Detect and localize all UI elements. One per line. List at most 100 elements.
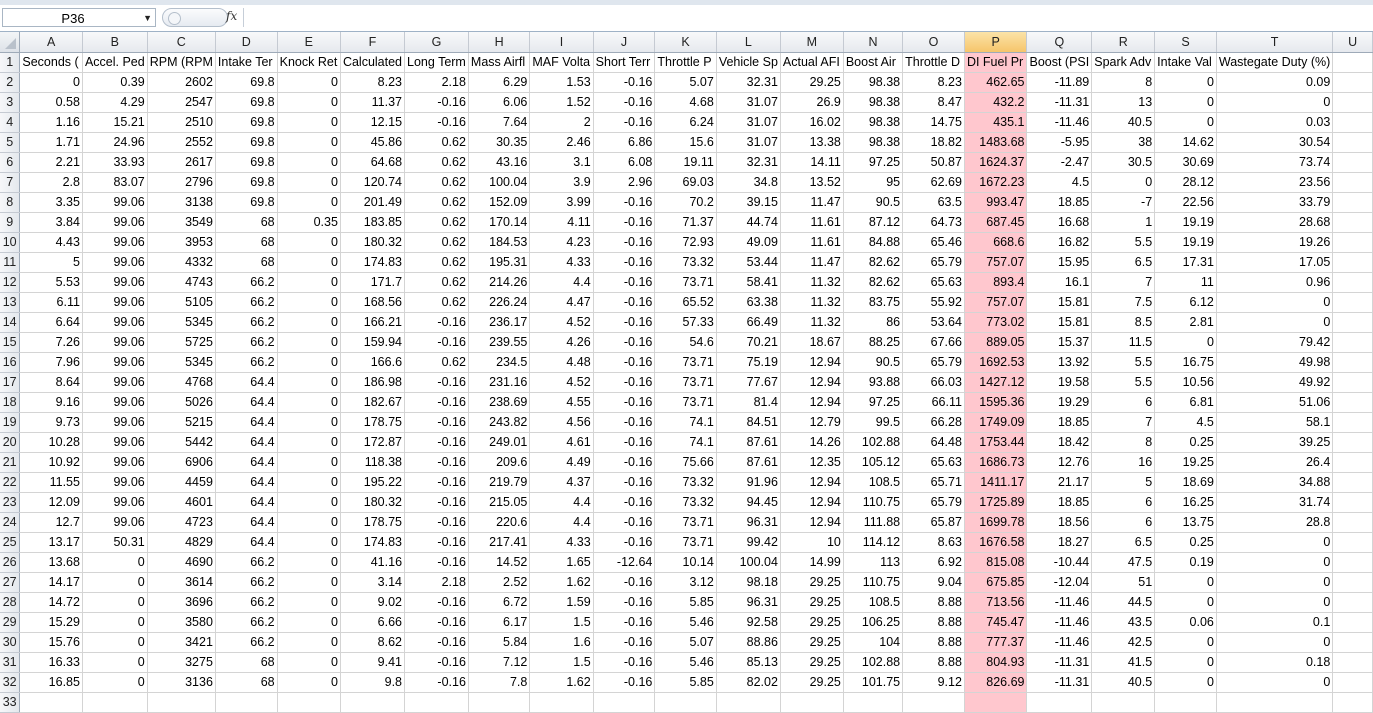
cell-l13[interactable]: 63.38 <box>716 292 781 313</box>
cell-h3[interactable]: 6.06 <box>468 92 531 113</box>
column-header-p[interactable]: P <box>964 32 1028 53</box>
cell-o20[interactable]: 64.48 <box>902 432 965 453</box>
cell-h23[interactable]: 215.05 <box>468 492 531 513</box>
cell-k28[interactable]: 5.85 <box>654 592 717 613</box>
cell-i9[interactable]: 4.11 <box>529 212 594 233</box>
column-header-d[interactable]: D <box>215 32 278 53</box>
cell-j4[interactable]: -0.16 <box>593 112 656 133</box>
cell-f3[interactable]: 11.37 <box>340 92 406 113</box>
cell-b18[interactable]: 99.06 <box>82 392 148 413</box>
cell-b21[interactable]: 99.06 <box>82 452 148 473</box>
cell-a8[interactable]: 3.35 <box>19 192 83 213</box>
formula-cancel-enter-pill[interactable] <box>162 8 228 27</box>
cell-l5[interactable]: 31.07 <box>716 132 781 153</box>
cell-g9[interactable]: 0.62 <box>404 212 469 233</box>
cell-e19[interactable]: 0 <box>277 412 341 433</box>
cell-s29[interactable]: 0.06 <box>1154 612 1217 633</box>
cell-q18[interactable]: 19.29 <box>1026 392 1093 413</box>
cell-n23[interactable]: 110.75 <box>843 492 904 513</box>
cell-g32[interactable]: -0.16 <box>404 672 469 693</box>
cell-t25[interactable]: 0 <box>1216 532 1334 553</box>
cell-t31[interactable]: 0.18 <box>1216 652 1334 673</box>
cell-i32[interactable]: 1.62 <box>529 672 594 693</box>
cell-s25[interactable]: 0.25 <box>1154 532 1217 553</box>
cell-m12[interactable]: 11.32 <box>780 272 844 293</box>
cell-o33[interactable] <box>902 692 965 713</box>
cell-k25[interactable]: 73.71 <box>654 532 717 553</box>
cell-g20[interactable]: -0.16 <box>404 432 469 453</box>
cell-j24[interactable]: -0.16 <box>593 512 656 533</box>
cell-u12[interactable] <box>1332 272 1373 293</box>
cell-p15[interactable]: 889.05 <box>964 332 1028 353</box>
cell-h15[interactable]: 239.55 <box>468 332 531 353</box>
cell-e33[interactable] <box>277 692 341 713</box>
cell-b13[interactable]: 99.06 <box>82 292 148 313</box>
cell-u18[interactable] <box>1332 392 1373 413</box>
row-header[interactable]: 11 <box>0 252 21 273</box>
cell-b27[interactable]: 0 <box>82 572 148 593</box>
cell-m24[interactable]: 12.94 <box>780 512 844 533</box>
cell-j2[interactable]: -0.16 <box>593 72 656 93</box>
cell-l4[interactable]: 31.07 <box>716 112 781 133</box>
cell-b30[interactable]: 0 <box>82 632 148 653</box>
row-header[interactable]: 18 <box>0 392 21 413</box>
cell-k19[interactable]: 74.1 <box>654 412 717 433</box>
column-header-a[interactable]: A <box>19 32 83 53</box>
cell-a4[interactable]: 1.16 <box>19 112 83 133</box>
cell-f33[interactable] <box>340 692 406 713</box>
cell-b11[interactable]: 99.06 <box>82 252 148 273</box>
cell-a26[interactable]: 13.68 <box>19 552 83 573</box>
cell-b19[interactable]: 99.06 <box>82 412 148 433</box>
cell-l7[interactable]: 34.8 <box>716 172 781 193</box>
cell-o11[interactable]: 65.79 <box>902 252 965 273</box>
cell-p31[interactable]: 804.93 <box>964 652 1028 673</box>
cell-r19[interactable]: 7 <box>1091 412 1156 433</box>
cell-l3[interactable]: 31.07 <box>716 92 781 113</box>
row-header[interactable]: 1 <box>0 52 21 73</box>
cell-a18[interactable]: 9.16 <box>19 392 83 413</box>
cell-a24[interactable]: 12.7 <box>19 512 83 533</box>
cell-b12[interactable]: 99.06 <box>82 272 148 293</box>
cell-a11[interactable]: 5 <box>19 252 83 273</box>
cell-f7[interactable]: 120.74 <box>340 172 406 193</box>
cell-h5[interactable]: 30.35 <box>468 132 531 153</box>
cell-q28[interactable]: -11.46 <box>1026 592 1093 613</box>
cell-a19[interactable]: 9.73 <box>19 412 83 433</box>
cell-d6[interactable]: 69.8 <box>215 152 278 173</box>
cell-f23[interactable]: 180.32 <box>340 492 406 513</box>
cell-h12[interactable]: 214.26 <box>468 272 531 293</box>
cell-e23[interactable]: 0 <box>277 492 341 513</box>
cell-k9[interactable]: 71.37 <box>654 212 717 233</box>
cell-q22[interactable]: 21.17 <box>1026 472 1093 493</box>
insert-function-icon[interactable]: fx <box>226 9 237 23</box>
cell-h22[interactable]: 219.79 <box>468 472 531 493</box>
cell-u27[interactable] <box>1332 572 1373 593</box>
cell-j20[interactable]: -0.16 <box>593 432 656 453</box>
cell-j25[interactable]: -0.16 <box>593 532 656 553</box>
cell-q26[interactable]: -10.44 <box>1026 552 1093 573</box>
cell-f24[interactable]: 178.75 <box>340 512 406 533</box>
cell-h13[interactable]: 226.24 <box>468 292 531 313</box>
cell-u8[interactable] <box>1332 192 1373 213</box>
cell-e1[interactable]: Knock Ret <box>277 52 341 73</box>
cell-r26[interactable]: 47.5 <box>1091 552 1156 573</box>
cell-n20[interactable]: 102.88 <box>843 432 904 453</box>
cell-p11[interactable]: 757.07 <box>964 252 1028 273</box>
cell-j22[interactable]: -0.16 <box>593 472 656 493</box>
cell-p17[interactable]: 1427.12 <box>964 372 1028 393</box>
cell-o13[interactable]: 55.92 <box>902 292 965 313</box>
cell-t4[interactable]: 0.03 <box>1216 112 1334 133</box>
cell-g10[interactable]: 0.62 <box>404 232 469 253</box>
cell-h10[interactable]: 184.53 <box>468 232 531 253</box>
cell-j16[interactable]: -0.16 <box>593 352 656 373</box>
cell-t29[interactable]: 0.1 <box>1216 612 1334 633</box>
cell-p16[interactable]: 1692.53 <box>964 352 1028 373</box>
cell-p4[interactable]: 435.1 <box>964 112 1028 133</box>
cell-c19[interactable]: 5215 <box>147 412 216 433</box>
cell-n5[interactable]: 98.38 <box>843 132 904 153</box>
cell-t19[interactable]: 58.1 <box>1216 412 1334 433</box>
cell-c30[interactable]: 3421 <box>147 632 216 653</box>
cell-s17[interactable]: 10.56 <box>1154 372 1217 393</box>
column-header-e[interactable]: E <box>277 32 341 53</box>
cell-c17[interactable]: 4768 <box>147 372 216 393</box>
